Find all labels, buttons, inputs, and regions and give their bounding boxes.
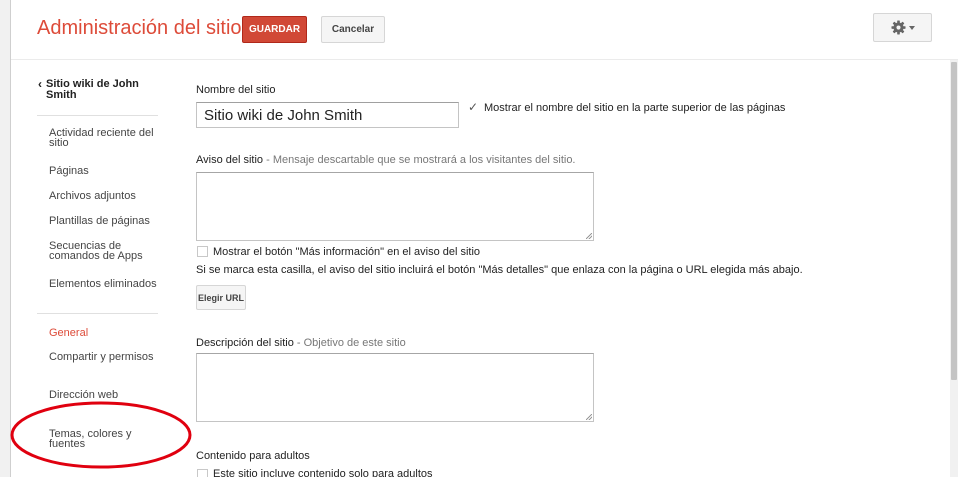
settings-menu-button[interactable]	[873, 13, 932, 42]
chevron-left-icon: ‹	[38, 77, 42, 91]
cancel-button[interactable]: Cancelar	[321, 16, 385, 43]
sidebar-divider	[37, 115, 158, 116]
back-to-site-link[interactable]: ‹ Sitio wiki de John Smith	[38, 77, 156, 101]
site-description-title: Descripción del sitio	[196, 337, 294, 349]
site-notice-label: Aviso del sitio - Mensaje descartable qu…	[196, 154, 576, 166]
adult-content-checkbox[interactable]	[197, 469, 208, 477]
sidebar-item-themes-colors-fonts[interactable]: Temas, colores y fuentes	[49, 429, 159, 450]
sidebar-item-apps-scripts[interactable]: Secuencias de comandos de Apps	[49, 241, 159, 262]
back-to-site-label: Sitio wiki de John Smith	[46, 78, 139, 101]
save-button[interactable]: GUARDAR	[242, 16, 307, 43]
checkmark-icon[interactable]: ✓	[468, 100, 478, 114]
site-name-input[interactable]	[196, 102, 459, 128]
choose-url-button[interactable]: Elegir URL	[196, 285, 246, 310]
sidebar-item-pages[interactable]: Páginas	[49, 166, 159, 177]
adult-content-checkbox-label: Este sitio incluye contenido solo para a…	[213, 468, 433, 477]
site-description-hint: - Objetivo de este sitio	[293, 337, 406, 349]
resize-grip-icon[interactable]	[586, 233, 592, 239]
site-notice-hint: - Mensaje descartable que se mostrará a …	[263, 154, 576, 166]
sidebar-item-deleted-items[interactable]: Elementos eliminados	[49, 279, 159, 290]
adult-content-label: Contenido para adultos	[196, 450, 310, 462]
site-description-textarea[interactable]	[196, 353, 594, 422]
resize-grip-icon[interactable]	[586, 414, 592, 420]
left-window-edge	[0, 0, 11, 477]
settings-form: Nombre del sitio ✓ Mostrar el nombre del…	[196, 60, 946, 477]
site-name-label: Nombre del sitio	[196, 84, 276, 96]
sidebar-item-sharing-permissions[interactable]: Compartir y permisos	[49, 352, 159, 363]
sidebar-item-web-address[interactable]: Dirección web	[49, 390, 159, 401]
site-description-label: Descripción del sitio - Objetivo de este…	[196, 337, 406, 349]
sidebar-item-attachments[interactable]: Archivos adjuntos	[49, 191, 159, 202]
more-info-checkbox[interactable]	[197, 246, 208, 257]
sidebar-item-general[interactable]: General	[49, 328, 159, 339]
scrollbar-thumb[interactable]	[951, 62, 957, 380]
sidebar-item-recent-activity[interactable]: Actividad reciente del sitio	[49, 128, 159, 149]
sidebar-divider	[37, 313, 158, 314]
page-title: Administración del sitio	[37, 17, 242, 39]
sidebar-item-page-templates[interactable]: Plantillas de páginas	[49, 216, 159, 227]
site-notice-title: Aviso del sitio	[196, 154, 264, 166]
sidebar: ‹ Sitio wiki de John Smith Actividad rec…	[11, 60, 176, 477]
more-info-help-text: Si se marca esta casilla, el aviso del s…	[196, 264, 803, 276]
show-site-name-label: Mostrar el nombre del sitio en la parte …	[484, 102, 786, 114]
vertical-scrollbar[interactable]	[950, 60, 958, 477]
page-header: Administración del sitio GUARDAR Cancela…	[11, 0, 958, 60]
site-notice-textarea[interactable]	[196, 172, 594, 241]
gear-icon	[890, 20, 906, 35]
chevron-down-icon	[908, 25, 915, 30]
more-info-label: Mostrar el botón "Más información" en el…	[213, 246, 481, 258]
